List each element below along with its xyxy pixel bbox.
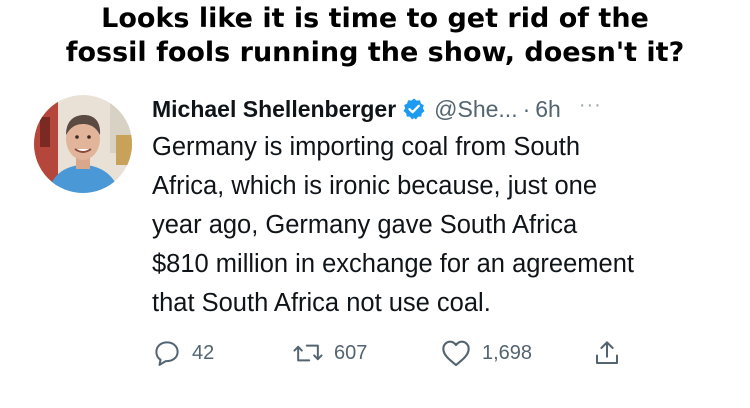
tweet: Michael Shellenberger @She... · 6h ··· G… [152, 92, 742, 323]
like-button[interactable]: 1,698 [440, 336, 532, 370]
tweet-timestamp[interactable]: 6h [535, 96, 561, 123]
author-handle[interactable]: @She... [434, 96, 517, 123]
caption-line-1: Looks like it is time to get rid of the [101, 3, 649, 34]
reply-icon [155, 341, 179, 366]
heart-icon [442, 340, 470, 367]
share-button[interactable] [592, 336, 622, 370]
tweet-text-line: that South Africa not use coal. [152, 289, 491, 317]
meme-caption: Looks like it is time to get rid of the … [0, 2, 750, 70]
retweet-icon [293, 344, 323, 362]
tweet-text: Germany is importing coal from South Afr… [152, 128, 732, 323]
more-options-icon[interactable]: ··· [579, 94, 602, 117]
author-name[interactable]: Michael Shellenberger [152, 96, 396, 123]
separator-dot: · [522, 95, 531, 122]
retweet-button[interactable]: 607 [292, 336, 367, 370]
share-icon [596, 341, 618, 364]
retweet-count: 607 [334, 341, 368, 364]
avatar[interactable] [34, 95, 132, 193]
avatar-photo [34, 95, 132, 193]
reply-count: 42 [192, 341, 215, 364]
like-count: 1,698 [482, 341, 533, 364]
caption-line-2: fossil fools running the show, doesn't i… [65, 37, 685, 68]
reply-button[interactable]: 42 [152, 336, 214, 370]
tweet-header: Michael Shellenberger @She... · 6h ··· [152, 92, 742, 126]
tweet-text-line: Germany is importing coal from South [152, 133, 580, 161]
tweet-actions: 42 607 1,698 [152, 336, 632, 370]
tweet-text-line: year ago, Germany gave South Africa [152, 211, 578, 239]
verified-badge-icon [402, 97, 426, 121]
tweet-text-line: Africa, which is ironic because, just on… [152, 172, 598, 200]
tweet-text-line: $810 million in exchange for an agreemen… [152, 250, 634, 278]
